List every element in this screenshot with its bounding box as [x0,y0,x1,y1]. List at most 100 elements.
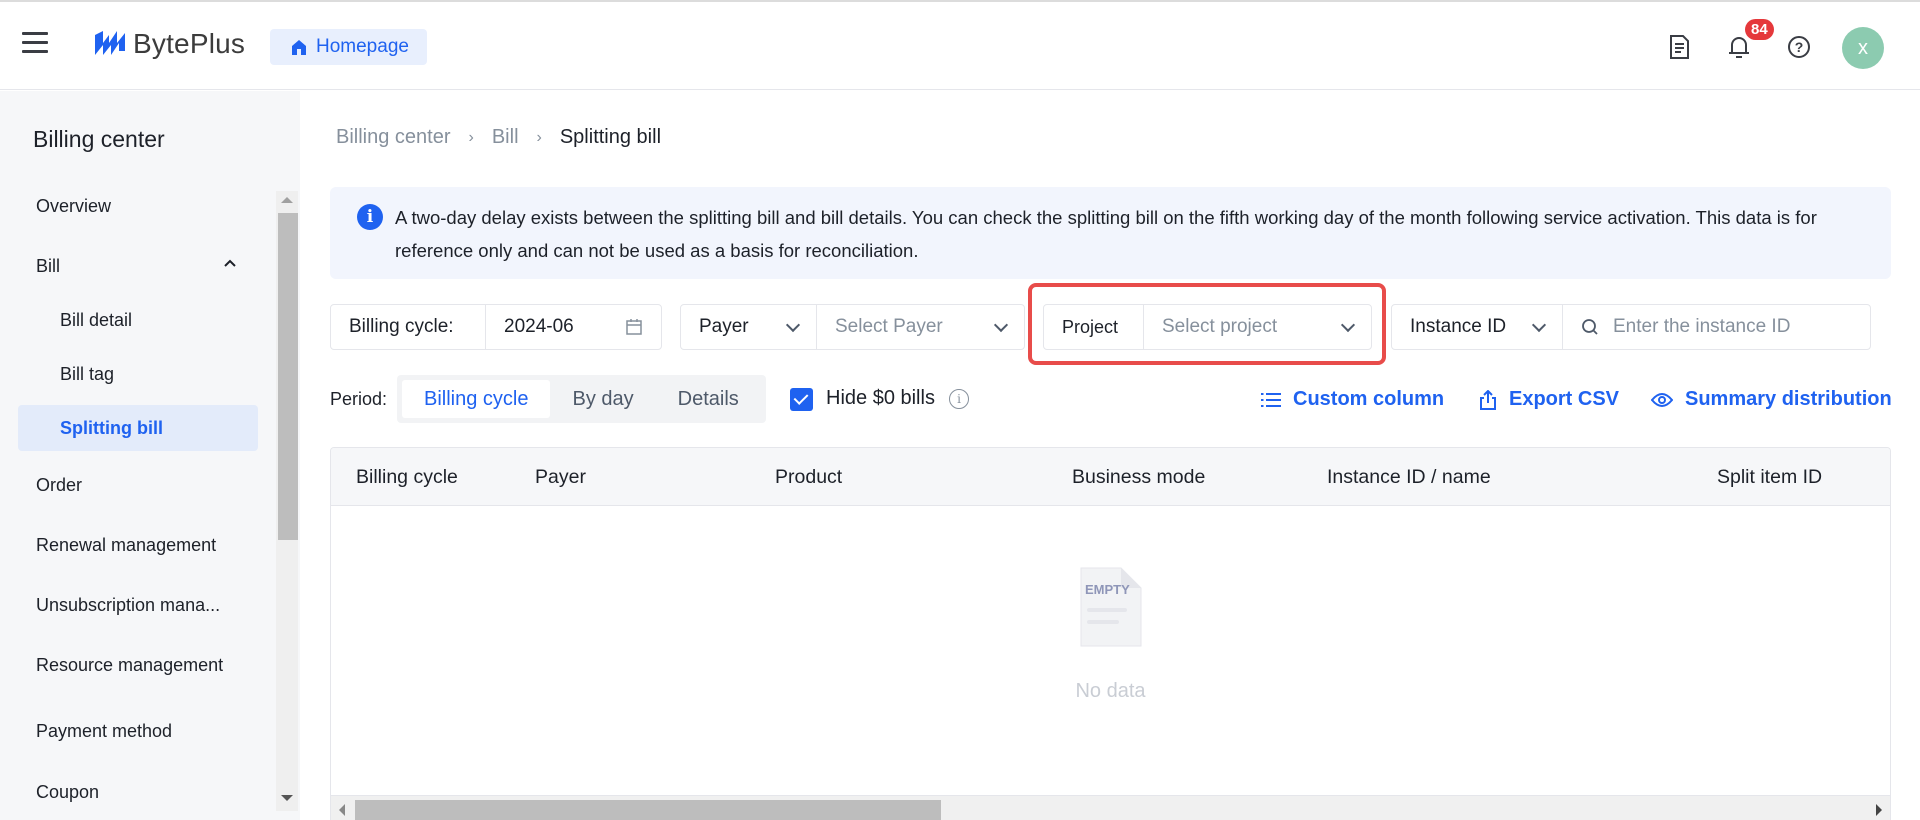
scroll-down-arrow-icon[interactable] [281,795,293,801]
search-icon [1582,319,1598,335]
help-icon[interactable]: ? [1786,34,1812,60]
column-header-payer[interactable]: Payer [535,466,586,489]
alert-text: A two-day delay exists between the split… [395,207,1817,261]
column-header-split-item-id[interactable]: Split item ID [1717,466,1822,489]
hide-zero-bills-checkbox[interactable] [790,388,813,411]
payer-type-select[interactable]: Payer [681,305,816,349]
sidebar-item-label: Bill detail [60,309,133,330]
chevron-down-icon [1340,317,1356,332]
sidebar-item-overview[interactable]: Overview [18,183,258,229]
eye-icon [1651,392,1673,407]
tab-by-day[interactable]: By day [550,380,655,418]
breadcrumb-billing-center[interactable]: Billing center [336,126,451,149]
instance-filter: Instance ID Enter the instance ID [1391,304,1871,350]
sidebar-item-label: Renewal management [36,534,217,555]
export-csv-label: Export CSV [1509,388,1620,410]
sidebar-item-bill-detail[interactable]: Bill detail [18,297,258,343]
scroll-right-arrow-icon[interactable] [1876,804,1882,816]
export-icon [1480,389,1496,410]
empty-state-text: No data [1075,680,1146,702]
sidebar-scroll-thumb[interactable] [278,213,298,540]
column-header-billing-cycle[interactable]: Billing cycle [356,466,458,489]
sidebar-item-resource-management[interactable]: Resource management [18,642,258,688]
calendar-icon [626,319,642,335]
table-horizontal-scrollbar[interactable] [331,795,1890,820]
sidebar-item-unsubscription-management[interactable]: Unsubscription mana... [18,582,258,628]
billing-cycle-filter: Billing cycle: 2024-06 [330,304,662,350]
hide-zero-bills-label[interactable]: Hide $0 bills [826,387,935,410]
table-scroll-thumb[interactable] [355,800,941,820]
user-avatar[interactable]: x [1842,27,1884,69]
chevron-right-icon: › [536,128,542,146]
custom-column-label: Custom column [1293,388,1445,410]
scroll-left-arrow-icon[interactable] [339,804,345,816]
instance-type-value: Instance ID [1410,316,1507,337]
scroll-up-arrow-icon[interactable] [281,197,293,203]
breadcrumb: Billing center › Bill › Splitting bill [336,126,661,149]
bell-icon[interactable] [1726,34,1752,60]
info-icon: i [357,204,383,230]
home-icon [292,40,306,55]
column-header-business-mode[interactable]: Business mode [1072,466,1205,489]
payer-select[interactable]: Select Payer [816,305,1024,349]
tab-billing-cycle[interactable]: Billing cycle [402,380,551,418]
sidebar-item-splitting-bill[interactable]: Splitting bill [18,405,258,451]
chevron-down-icon [785,317,801,332]
chevron-right-icon: › [468,128,474,146]
info-alert: i A two-day delay exists between the spl… [330,187,1891,279]
svg-text:?: ? [1795,39,1804,55]
summary-distribution-button[interactable]: Summary distribution [1651,388,1892,411]
sidebar-item-renewal-management[interactable]: Renewal management [18,522,258,568]
instance-search-input[interactable]: Enter the instance ID [1562,305,1870,349]
sidebar-title: Billing center [33,126,165,152]
notification-badge: 84 [1745,19,1774,40]
empty-document-icon: EMPTY [1080,567,1142,647]
sidebar-item-label: Coupon [36,781,100,802]
column-header-product[interactable]: Product [775,466,842,489]
payer-type-value: Payer [699,316,749,337]
sidebar-item-coupon[interactable]: Coupon [18,769,258,815]
sidebar-item-label: Payment method [36,720,173,741]
sidebar-item-label: Bill tag [60,363,115,384]
chevron-up-icon [224,259,236,267]
breadcrumb-bill[interactable]: Bill [492,126,519,149]
project-filter: Project Select project [1043,304,1372,350]
column-header-instance-id-name[interactable]: Instance ID / name [1327,466,1491,489]
top-bar: BytePlus Homepage 84 ? x [0,0,1920,90]
billing-cycle-picker[interactable]: 2024-06 [485,305,661,349]
document-icon[interactable] [1666,34,1692,60]
sidebar-item-bill-tag[interactable]: Bill tag [18,351,258,397]
sidebar-item-label: Order [36,474,83,495]
export-csv-button[interactable]: Export CSV [1479,388,1619,411]
sidebar-item-payment-method[interactable]: Payment method [18,708,258,754]
sidebar-item-label: Unsubscription mana... [36,594,221,615]
splitting-bill-table: Billing cycle Payer Product Business mod… [330,447,1891,820]
sidebar-item-bill[interactable]: Bill [18,243,258,289]
project-label: Project [1062,316,1119,337]
sidebar-item-order[interactable]: Order [18,462,258,508]
project-select[interactable]: Select project [1143,305,1371,349]
homepage-label: Homepage [316,36,409,57]
homepage-button[interactable]: Homepage [270,29,427,65]
chevron-down-icon [993,317,1009,332]
project-placeholder: Select project [1162,316,1278,337]
table-header: Billing cycle Payer Product Business mod… [331,448,1890,506]
period-label: Period: [330,389,388,409]
sidebar-item-label: Splitting bill [60,417,163,438]
empty-icon-text: EMPTY [1085,582,1130,597]
sidebar-item-label: Bill [36,255,61,276]
sidebar-nav: Overview Bill Bill detail Bill tag Split… [0,171,276,820]
sidebar-item-label: Overview [36,195,112,216]
custom-column-button[interactable]: Custom column [1261,388,1444,411]
tab-details[interactable]: Details [656,380,761,418]
sidebar-scrollbar[interactable] [276,191,298,811]
empty-state: EMPTY No data [331,506,1890,766]
info-icon[interactable]: i [949,389,969,409]
payer-placeholder: Select Payer [835,316,943,337]
list-icon [1261,392,1281,407]
period-tabs: Billing cycle By day Details [397,375,766,423]
instance-type-select[interactable]: Instance ID [1392,305,1562,349]
menu-icon[interactable] [22,32,48,56]
brand-logo[interactable]: BytePlus [95,28,245,60]
billing-cycle-label: Billing cycle: [349,316,454,337]
